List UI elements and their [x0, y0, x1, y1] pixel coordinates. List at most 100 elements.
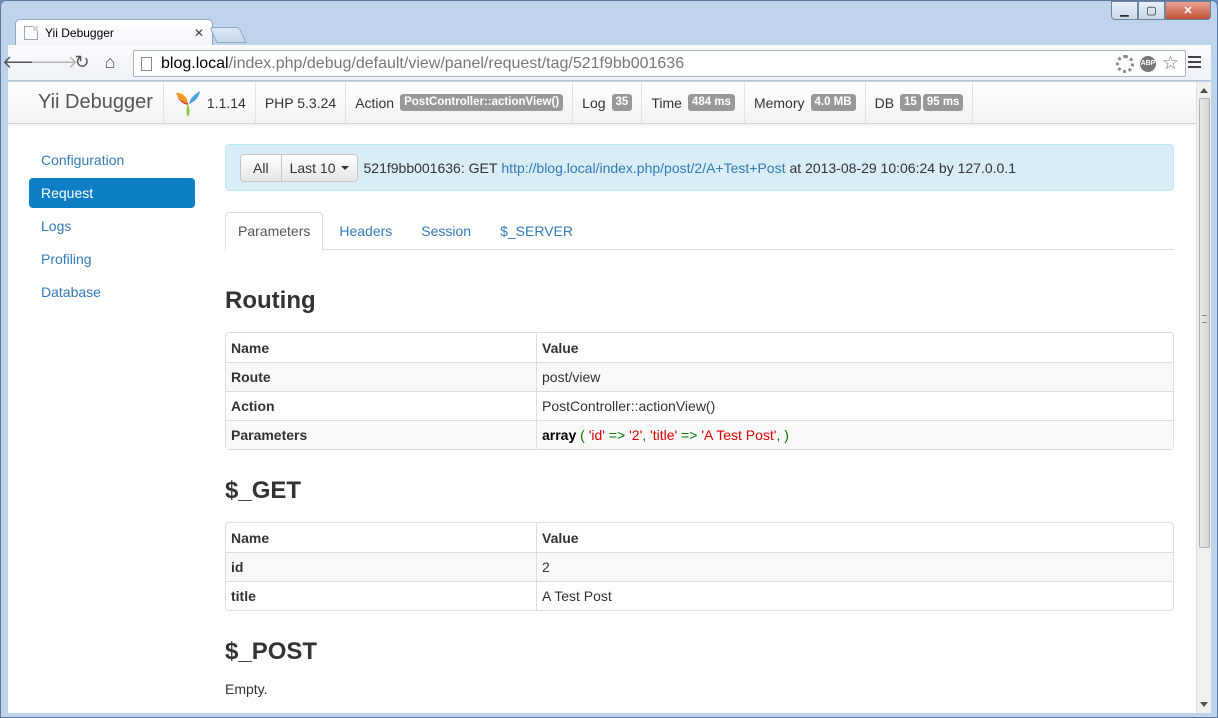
brand-title[interactable]: Yii Debugger: [8, 82, 164, 123]
page-viewport: Yii Debugger 1.1.14 PHP 5.3.24 Action Po…: [8, 82, 1196, 713]
reload-icon[interactable]: ↻: [68, 49, 96, 77]
table-row: Parameters array ( 'id' => '2', 'title' …: [226, 420, 1173, 449]
sidebar-item-profiling[interactable]: Profiling: [29, 244, 195, 274]
code-punct: , ): [776, 427, 789, 443]
yii-version[interactable]: 1.1.14: [164, 82, 256, 123]
code-string: '2': [629, 427, 643, 443]
row-name: Action: [226, 391, 537, 420]
action-item[interactable]: Action PostController::actionView(): [346, 82, 574, 123]
sidebar-item-request[interactable]: Request: [29, 178, 195, 208]
request-time-text: at 2013-08-29 10:06:24 by 127.0.0.1: [789, 159, 1016, 176]
post-empty-text: Empty.: [225, 681, 268, 697]
vertical-scrollbar[interactable]: [1196, 82, 1211, 713]
last-10-label: Last 10: [289, 159, 336, 176]
tab-parameters[interactable]: Parameters: [225, 212, 324, 251]
home-icon[interactable]: ⌂: [96, 49, 124, 77]
maximize-button[interactable]: ▢: [1138, 1, 1165, 20]
table-row: Route post/view: [226, 362, 1173, 391]
code-punct: ,: [642, 427, 651, 443]
address-bar[interactable]: blog.local/index.php/debug/default/view/…: [133, 50, 1186, 77]
sidebar-item-database[interactable]: Database: [29, 277, 195, 307]
tab-close-icon[interactable]: ✕: [194, 26, 204, 40]
code-punct: =>: [677, 427, 702, 443]
new-tab-button[interactable]: [209, 27, 247, 43]
db-count-badge: 15: [900, 94, 921, 111]
column-header-value: Value: [542, 339, 579, 356]
scrollbar-thumb[interactable]: [1199, 98, 1210, 548]
sidebar-nav: Configuration Request Logs Profiling Dat…: [29, 145, 195, 310]
forward-icon[interactable]: 🡒: [30, 49, 78, 77]
url-host: blog.local: [161, 54, 229, 72]
adblock-icon[interactable]: ABP: [1139, 55, 1156, 72]
tab-server[interactable]: $_SERVER: [487, 212, 586, 250]
row-name: id: [226, 552, 537, 581]
last-10-dropdown[interactable]: Last 10: [281, 153, 358, 182]
php-version[interactable]: PHP 5.3.24: [256, 82, 347, 123]
memory-item[interactable]: Memory 4.0 MB: [745, 82, 866, 123]
scroll-down-icon[interactable]: [1200, 702, 1208, 707]
bookmark-star-icon[interactable]: ☆: [1162, 54, 1179, 73]
code-punct: =>: [604, 427, 630, 443]
memory-badge: 4.0 MB: [810, 94, 856, 111]
sidebar-item-logs[interactable]: Logs: [29, 211, 195, 241]
code-keyword: array: [542, 427, 577, 443]
table-header-row: Name Value: [226, 523, 1173, 552]
post-heading: $_POST: [225, 638, 318, 665]
all-button[interactable]: All: [240, 153, 282, 182]
history-button-group: All Last 10: [240, 153, 358, 182]
row-value: post/view: [537, 362, 1173, 391]
memory-label: Memory: [753, 94, 805, 111]
row-value-code: array ( 'id' => '2', 'title' => 'A Test …: [537, 420, 1173, 449]
page-icon: [141, 56, 152, 71]
table-header-row: Name Value: [226, 333, 1173, 362]
log-badge: 35: [611, 94, 633, 111]
extension-icons: ABP ☆: [1115, 54, 1179, 73]
table-row: title A Test Post: [226, 581, 1173, 610]
time-item[interactable]: Time 484 ms: [642, 82, 745, 123]
minimize-button[interactable]: ▁: [1111, 1, 1138, 20]
scroll-up-icon[interactable]: [1200, 88, 1208, 93]
version-text: 1.1.14: [206, 94, 246, 111]
url-path: /index.php/debug/default/view/panel/requ…: [228, 54, 685, 72]
action-badge: PostController::actionView(): [400, 94, 564, 111]
sidebar-item-configuration[interactable]: Configuration: [29, 145, 195, 175]
routing-heading: Routing: [225, 287, 316, 314]
extension-gear-icon[interactable]: [1115, 54, 1134, 73]
row-value: A Test Post: [537, 581, 1173, 610]
row-value: PostController::actionView(): [537, 391, 1173, 420]
db-item[interactable]: DB 15 95 ms: [866, 82, 974, 123]
column-header-name: Name: [226, 333, 537, 362]
main-content: All Last 10 521f9bb001636: GET http://bl…: [225, 144, 1174, 697]
get-heading: $_GET: [225, 477, 302, 504]
row-value: 2: [537, 552, 1173, 581]
code-string: 'title': [650, 427, 678, 443]
tab-session[interactable]: Session: [408, 212, 484, 250]
code-string: 'A Test Post': [701, 427, 777, 443]
code-string: 'id': [588, 427, 605, 443]
request-tabs: Parameters Headers Session $_SERVER: [225, 212, 1174, 251]
browser-tab[interactable]: Yii Debugger ✕: [15, 19, 213, 45]
browser-toolbar: 🡐 🡒 ↻ ⌂ blog.local/index.php/debug/defau…: [2, 45, 1211, 81]
row-name: Parameters: [226, 420, 537, 449]
time-badge: 484 ms: [687, 94, 735, 111]
page-favicon-icon: [24, 25, 38, 40]
title-bar: Yii Debugger ✕ ▁ ▢ ✕: [1, 1, 1217, 45]
request-url-link[interactable]: http://blog.local/index.php/post/2/A+Tes…: [501, 160, 785, 176]
log-label: Log: [582, 94, 606, 111]
url-text: blog.local/index.php/debug/default/view/…: [161, 55, 684, 73]
row-name: Route: [226, 362, 537, 391]
db-label: DB: [874, 94, 895, 111]
column-header-name: Name: [226, 523, 537, 552]
tab-title: Yii Debugger: [45, 25, 114, 40]
chrome-menu-icon[interactable]: [1183, 51, 1205, 73]
debug-toolbar: Yii Debugger 1.1.14 PHP 5.3.24 Action Po…: [8, 82, 1196, 124]
action-label: Action: [355, 94, 395, 111]
column-header-value: Value: [542, 529, 579, 546]
yii-logo-icon: [175, 90, 200, 117]
time-label: Time: [651, 94, 682, 111]
request-summary: All Last 10 521f9bb001636: GET http://bl…: [225, 144, 1174, 191]
log-item[interactable]: Log 35: [573, 82, 643, 123]
window-close-button[interactable]: ✕: [1165, 1, 1211, 20]
tab-headers[interactable]: Headers: [326, 212, 405, 250]
code-punct: (: [576, 427, 589, 443]
